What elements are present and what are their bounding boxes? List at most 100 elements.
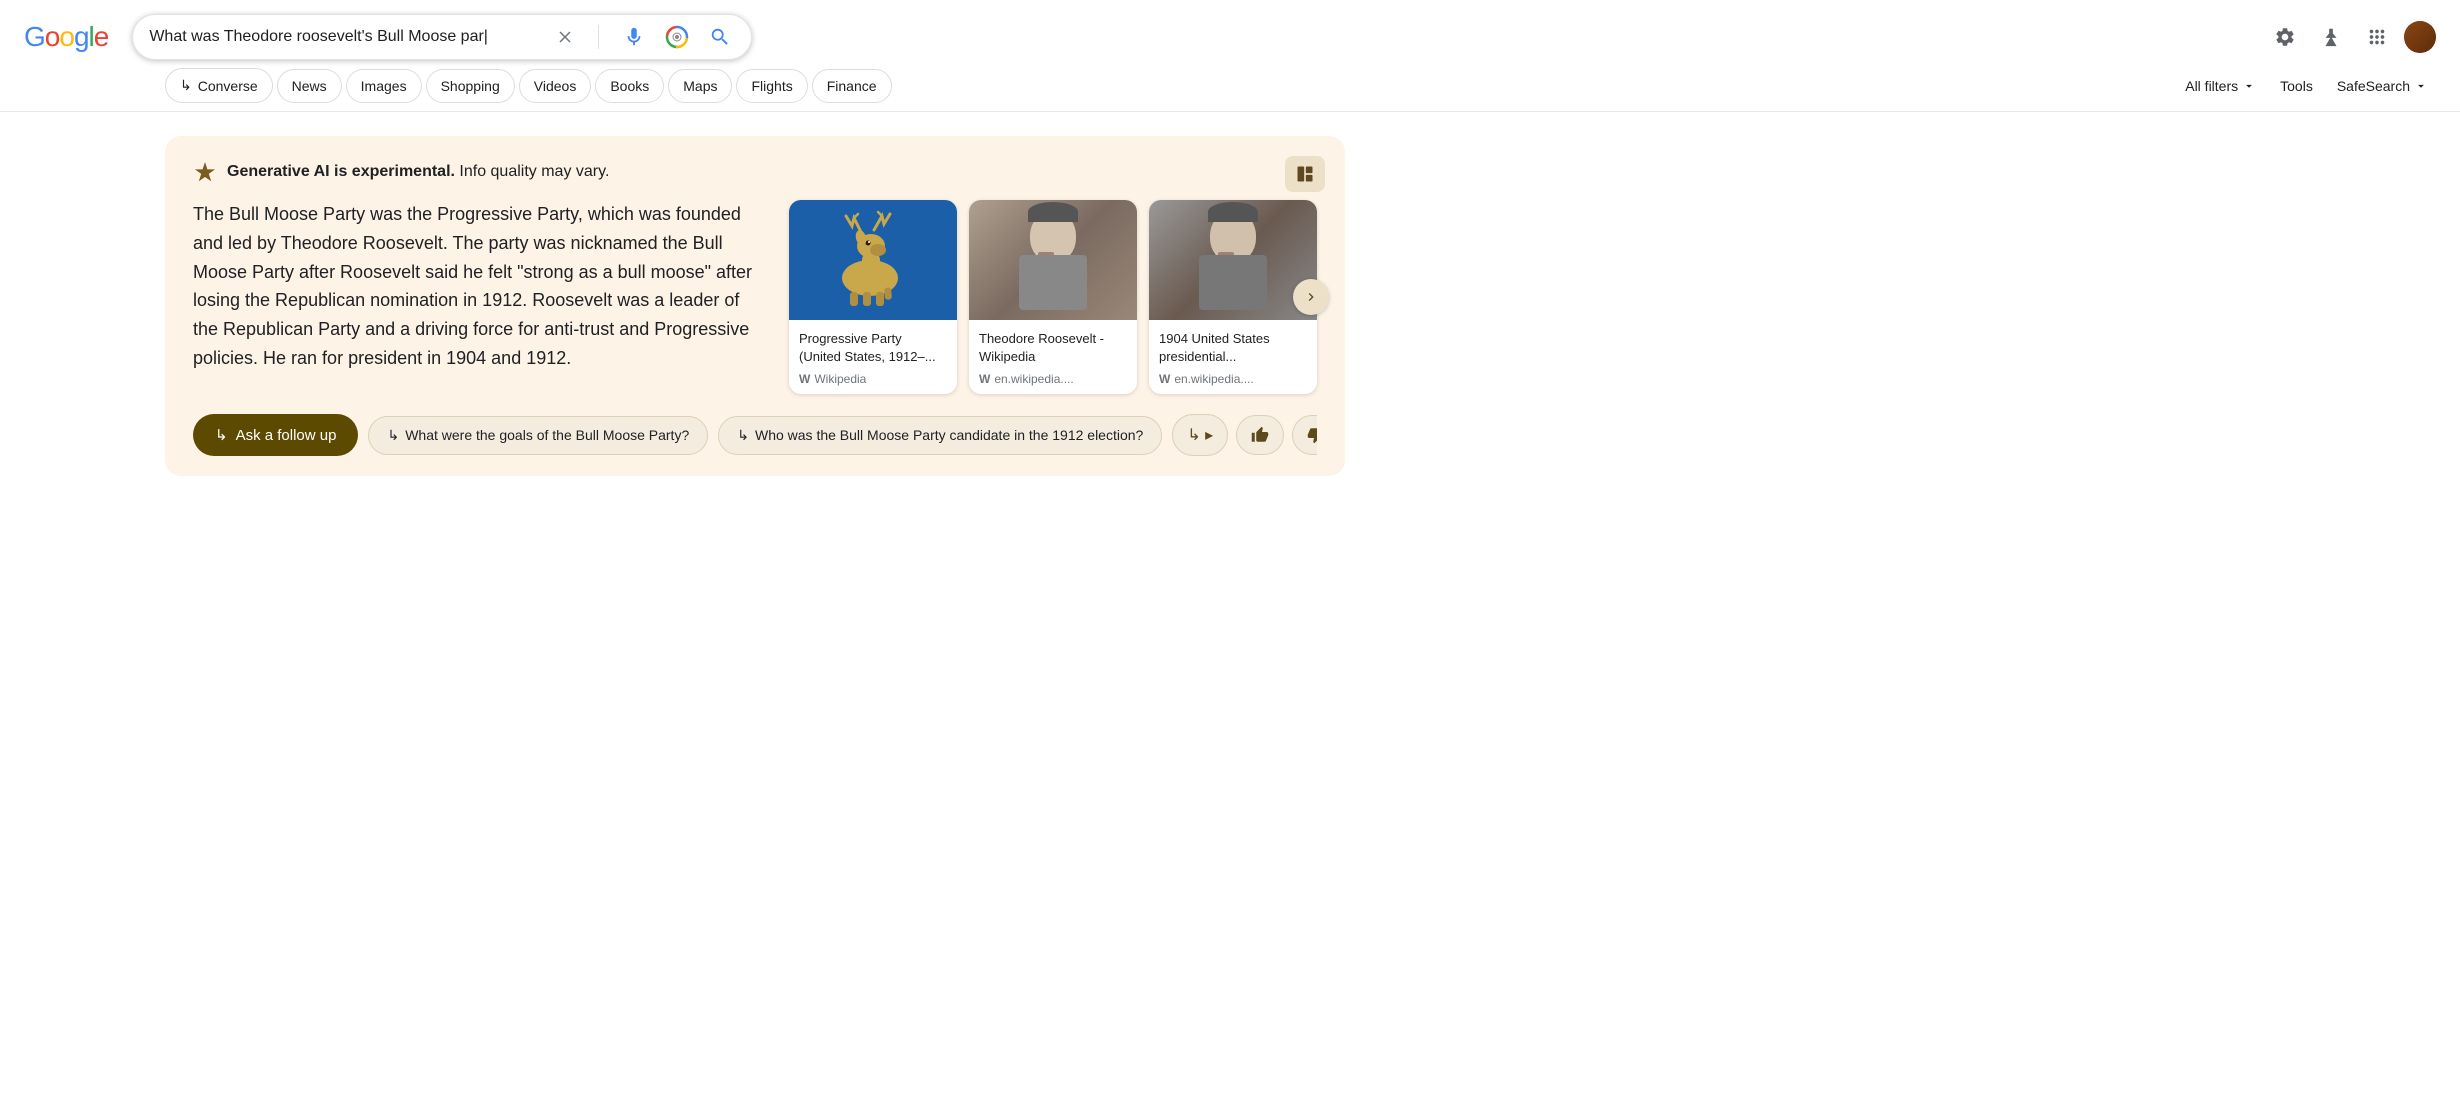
nav-right: All filters Tools SafeSearch (2177, 74, 2436, 106)
tools-label: Tools (2280, 78, 2313, 94)
search-input[interactable]: What was Theodore roosevelt's Bull Moose… (149, 28, 552, 46)
nav-tabs: ↳ Converse News Images Shopping Videos B… (0, 60, 2460, 112)
search-submit-button[interactable] (705, 22, 735, 52)
layout-icon (1295, 164, 1315, 184)
wiki-icon-2: W (979, 372, 990, 386)
gear-icon (2274, 26, 2296, 48)
followup-suggestion-1[interactable]: ↳ What were the goals of the Bull Moose … (368, 416, 708, 455)
image-card-roosevelt1[interactable]: Theodore Roosevelt - Wikipedia W en.wiki… (969, 200, 1137, 394)
ai-disclaimer-bold: Generative AI is experimental. (227, 163, 455, 180)
portrait-body-2 (1199, 255, 1267, 310)
layout-toggle-button[interactable] (1285, 156, 1325, 192)
image-source-1904: W en.wikipedia.... (1159, 372, 1307, 386)
image-info-1904: 1904 United States presidential... W en.… (1149, 320, 1317, 394)
image-title-1904: 1904 United States presidential... (1159, 330, 1307, 366)
tab-maps[interactable]: Maps (668, 69, 732, 103)
apps-button[interactable] (2358, 18, 2396, 56)
image-card-progressive[interactable]: Progressive Party (United States, 1912–.… (789, 200, 957, 394)
tab-books-label: Books (610, 78, 649, 94)
thumbup-icon (1251, 426, 1269, 444)
ai-images-section: Progressive Party (United States, 1912–.… (789, 200, 1317, 394)
voice-search-button[interactable] (619, 22, 649, 52)
chevron-down-icon (2242, 79, 2256, 93)
suggestion-1-arrow: ↳ (387, 427, 399, 444)
search-icons (552, 21, 735, 53)
ai-answer-text: The Bull Moose Party was the Progressive… (193, 200, 761, 394)
more-icon: ↳ ▸ (1187, 425, 1213, 445)
image-title-progressive: Progressive Party (United States, 1912–.… (799, 330, 947, 366)
all-filters-label: All filters (2185, 78, 2238, 94)
converse-arrow-icon: ↳ (180, 77, 192, 94)
logo-g: G (24, 21, 45, 53)
close-icon (556, 28, 574, 46)
wiki-icon-1: W (799, 372, 810, 386)
ai-disclaimer: Generative AI is experimental. Info qual… (193, 160, 1317, 184)
labs-button[interactable] (2312, 18, 2350, 56)
all-filters-button[interactable]: All filters (2177, 74, 2264, 98)
tab-flights[interactable]: Flights (736, 69, 807, 103)
portrait-silhouette-1 (1018, 210, 1088, 310)
thumbup-button[interactable] (1236, 415, 1284, 455)
image-thumb-1904 (1149, 200, 1317, 320)
google-logo[interactable]: Google (24, 21, 108, 53)
wiki-icon-3: W (1159, 372, 1170, 386)
tab-news-label: News (292, 78, 327, 94)
tools-button[interactable]: Tools (2272, 74, 2321, 98)
search-divider (598, 25, 599, 49)
ai-body: The Bull Moose Party was the Progressive… (193, 200, 1317, 394)
tab-images[interactable]: Images (346, 69, 422, 103)
image-card-1904[interactable]: 1904 United States presidential... W en.… (1149, 200, 1317, 394)
main-content: Generative AI is experimental. Info qual… (0, 112, 1400, 500)
ai-answer-card: Generative AI is experimental. Info qual… (165, 136, 1345, 476)
carousel-next-button[interactable] (1293, 279, 1329, 315)
source-label-3: en.wikipedia.... (1174, 372, 1253, 386)
tab-videos[interactable]: Videos (519, 69, 592, 103)
tab-videos-label: Videos (534, 78, 577, 94)
header: Google What was Theodore roosevelt's Bul… (0, 0, 2460, 60)
ai-disclaimer-suffix: Info quality may vary. (455, 163, 609, 180)
mic-icon (623, 26, 645, 48)
clear-button[interactable] (552, 24, 578, 50)
source-label-2: en.wikipedia.... (994, 372, 1073, 386)
followup-suggestion-2[interactable]: ↳ Who was the Bull Moose Party candidate… (718, 416, 1162, 455)
tab-shopping-label: Shopping (441, 78, 500, 94)
search-bar: What was Theodore roosevelt's Bull Moose… (132, 14, 752, 60)
tab-books[interactable]: Books (595, 69, 664, 103)
followup-area: ↳ Ask a follow up ↳ What were the goals … (193, 414, 1317, 456)
flask-icon (2320, 26, 2342, 48)
thumbdown-icon (1307, 426, 1317, 444)
chevron-down-icon-2 (2414, 79, 2428, 93)
grid-icon (2366, 26, 2388, 48)
followup-main-label: Ask a follow up (236, 427, 337, 444)
image-source-progressive: W Wikipedia (799, 372, 947, 386)
thumbdown-button[interactable] (1292, 415, 1317, 455)
tab-news[interactable]: News (277, 69, 342, 103)
moose-svg (818, 210, 928, 310)
logo-e: e (94, 21, 109, 53)
suggestion-2-arrow: ↳ (737, 427, 749, 444)
search-icon (709, 26, 731, 48)
safesearch-label: SafeSearch (2337, 78, 2410, 94)
tab-shopping[interactable]: Shopping (426, 69, 515, 103)
tab-converse[interactable]: ↳ Converse (165, 68, 273, 103)
tab-images-label: Images (361, 78, 407, 94)
more-suggestions-button[interactable]: ↳ ▸ (1172, 414, 1228, 456)
source-label-1: Wikipedia (814, 372, 866, 386)
portrait-silhouette-2 (1198, 210, 1268, 310)
ai-disclaimer-text: Generative AI is experimental. Info qual… (227, 163, 609, 181)
safesearch-button[interactable]: SafeSearch (2329, 74, 2436, 98)
avatar[interactable] (2404, 21, 2436, 53)
lens-icon (665, 25, 689, 49)
image-info-roosevelt1: Theodore Roosevelt - Wikipedia W en.wiki… (969, 320, 1137, 394)
tab-finance[interactable]: Finance (812, 69, 892, 103)
logo-g2: g (74, 21, 89, 53)
lens-button[interactable] (661, 21, 693, 53)
followup-actions: ↳ ▸ (1172, 414, 1317, 456)
avatar-image (2404, 21, 2436, 53)
followup-arrow-icon: ↳ (215, 426, 228, 444)
settings-button[interactable] (2266, 18, 2304, 56)
image-info-progressive: Progressive Party (United States, 1912–.… (789, 320, 957, 394)
ask-followup-button[interactable]: ↳ Ask a follow up (193, 414, 358, 456)
image-source-roosevelt1: W en.wikipedia.... (979, 372, 1127, 386)
tab-converse-label: Converse (198, 78, 258, 94)
